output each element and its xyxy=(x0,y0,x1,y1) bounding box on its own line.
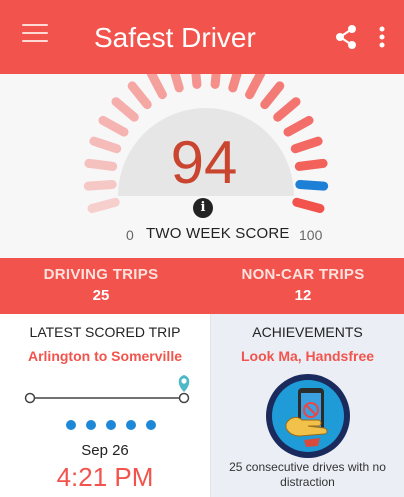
app-bar: Safest Driver xyxy=(0,0,404,74)
share-icon[interactable] xyxy=(333,24,359,50)
hand-holding-phone-icon xyxy=(266,374,350,458)
non-car-trips-count: 12 xyxy=(294,287,312,304)
score-gauge: 94 i 0 TWO WEEK SCORE 100 xyxy=(0,74,404,258)
trip-date: Sep 26 xyxy=(81,442,129,459)
gauge-tick xyxy=(191,74,202,89)
latest-trip-card[interactable]: LATEST SCORED TRIP Arlington to Somervil… xyxy=(0,314,211,497)
achievements-card[interactable]: ACHIEVEMENTS Look Ma, Handsfree 25 conse… xyxy=(211,314,404,497)
two-week-score-label: TWO WEEK SCORE xyxy=(146,225,290,242)
route-line-icon xyxy=(24,375,190,404)
driving-trips-label: DRIVING TRIPS xyxy=(43,266,159,283)
trip-route: Arlington to Somerville xyxy=(27,348,182,364)
gauge-tick xyxy=(146,74,167,100)
achievements-heading: ACHIEVEMENTS xyxy=(252,324,363,340)
driving-trips-count: 25 xyxy=(92,287,110,304)
driving-trips-stat[interactable]: DRIVING TRIPS 25 xyxy=(0,258,202,314)
score-value: 94 xyxy=(170,129,238,196)
non-car-trips-label: NON-CAR TRIPS xyxy=(241,266,365,283)
latest-trip-heading: LATEST SCORED TRIP xyxy=(29,324,181,340)
gauge-tick xyxy=(83,180,117,191)
achievement-description: 25 consecutive drives with no distractio… xyxy=(229,460,386,489)
gauge-tick xyxy=(111,97,139,122)
gauge-tick xyxy=(89,136,122,154)
gauge-tick xyxy=(210,74,221,89)
gauge-tick xyxy=(290,136,323,154)
scale-min-label: 0 xyxy=(126,227,134,243)
achievement-title: Look Ma, Handsfree xyxy=(240,348,375,364)
gauge-tick xyxy=(260,81,285,110)
gauge-tick xyxy=(245,74,266,100)
gauge-tick xyxy=(87,197,120,213)
trip-time: 4:21 PM xyxy=(56,462,154,492)
app-title: Safest Driver xyxy=(94,22,256,53)
gauge-tick xyxy=(127,81,152,110)
hamburger-menu-icon[interactable] xyxy=(22,24,48,48)
trip-stats-bar: DRIVING TRIPS 25 NON-CAR TRIPS 12 xyxy=(0,258,404,314)
gauge-tick xyxy=(273,97,301,122)
gauge-tick xyxy=(84,158,118,171)
info-icon[interactable]: i xyxy=(193,198,213,218)
gauge-tick xyxy=(292,197,325,213)
gauge-tick xyxy=(170,74,184,93)
gauge-tick xyxy=(228,74,242,93)
gauge-tick xyxy=(295,180,329,191)
more-vert-icon[interactable] xyxy=(376,24,388,50)
trip-event-dots xyxy=(66,417,176,430)
non-car-trips-stat[interactable]: NON-CAR TRIPS 12 xyxy=(202,258,404,314)
scale-max-label: 100 xyxy=(299,227,323,243)
gauge-tick xyxy=(294,158,328,171)
gauge-tick xyxy=(283,115,314,137)
